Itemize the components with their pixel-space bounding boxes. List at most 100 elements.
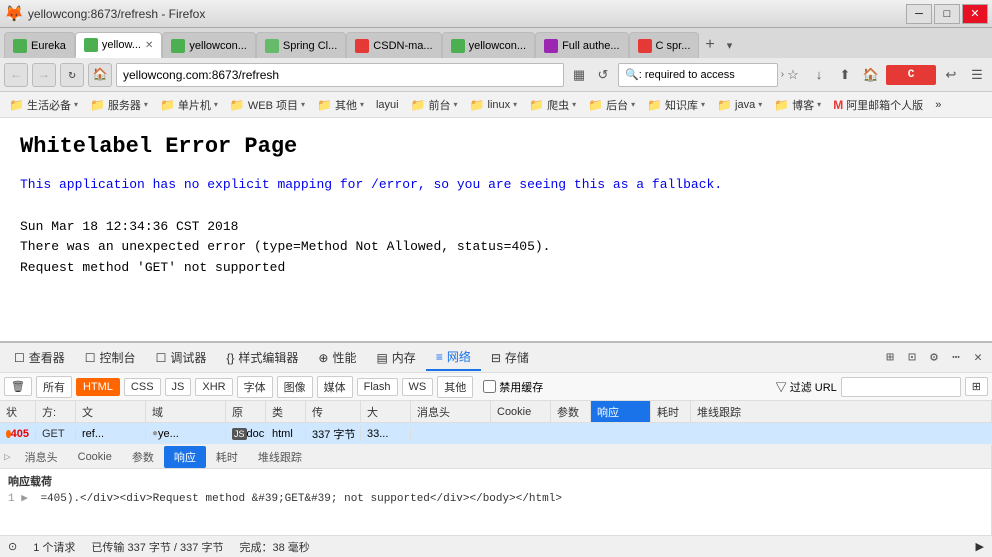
response-tab-timing[interactable]: 耗时 xyxy=(206,446,248,468)
bm-item-13[interactable]: 📁 博客 ▾ xyxy=(769,95,826,115)
tab-label-active: yellow... xyxy=(102,39,141,51)
tab-favicon-eureka xyxy=(13,39,27,53)
devtools-tab-inspector[interactable]: ☐ 查看器 xyxy=(4,345,75,370)
devtools-overflow-icon[interactable]: ⋯ xyxy=(946,348,966,368)
bm-item-7[interactable]: 📁 前台 ▾ xyxy=(406,95,463,115)
bm-item-11[interactable]: 📁 知识库 ▾ xyxy=(642,95,710,115)
bm-item-8[interactable]: 📁 linux ▾ xyxy=(465,96,523,114)
response-tab-response[interactable]: 响应 xyxy=(164,446,206,468)
tab-cspr[interactable]: C spr... xyxy=(629,32,700,58)
reload-button[interactable]: ↻ xyxy=(60,63,84,87)
new-tab-button[interactable]: + xyxy=(699,32,720,58)
tab-favicon-7 xyxy=(638,39,652,53)
bm-item-10[interactable]: 📁 后台 ▾ xyxy=(583,95,640,115)
response-tab-params[interactable]: 参数 xyxy=(122,446,164,468)
page-content: Whitelabel Error Page This application h… xyxy=(0,118,992,295)
tab-yellowcon3[interactable]: yellowcon... xyxy=(442,32,535,58)
clear-network-button[interactable]: 🗑 xyxy=(4,377,32,396)
bm-item-4[interactable]: 📁 WEB 项目 ▾ xyxy=(225,95,310,115)
bm-item-14[interactable]: M 阿里邮箱个人版 xyxy=(828,95,928,115)
filter-xhr[interactable]: XHR xyxy=(195,378,232,396)
address-bar: ← → ↻ 🏠 ▦ ↺ 🔍 › ☆ ↓ ⬆ 🏠 C ↩ ☰ xyxy=(0,58,992,92)
filter-other[interactable]: 其他 xyxy=(437,376,473,398)
tab-label-4: CSDN-ma... xyxy=(373,40,432,52)
disable-cache-checkbox[interactable] xyxy=(483,380,496,393)
filter-js[interactable]: JS xyxy=(165,378,192,396)
filter-flash[interactable]: Flash xyxy=(357,378,398,396)
maximize-button[interactable]: □ xyxy=(934,4,960,24)
network-table-row[interactable]: 405 GET ref... ● ye... JS doc... html 33… xyxy=(0,423,992,445)
devtools-complete: 完成：38 毫秒 xyxy=(239,539,309,555)
devtools-tab-perf[interactable]: ⊕ 性能 xyxy=(308,345,366,370)
bm-item-1[interactable]: 📁 生活必备 ▾ xyxy=(4,95,83,115)
devtools-tab-label-network: 网络 xyxy=(447,348,471,365)
response-line-num: 1 ▶ xyxy=(8,493,28,505)
col-size: 大 xyxy=(361,401,411,422)
filter-image[interactable]: 图像 xyxy=(277,376,313,398)
col-domain: 域 xyxy=(146,401,226,422)
devtools-tab-label-memory: 内存 xyxy=(392,349,416,366)
search-box[interactable]: 🔍 › xyxy=(618,63,778,87)
url-filter-input[interactable] xyxy=(841,377,961,397)
home-button[interactable]: 🏠 xyxy=(88,63,112,87)
download-icon[interactable]: ↓ xyxy=(808,64,830,86)
qr-icon[interactable]: ▦ xyxy=(568,64,590,86)
tab-close-active[interactable]: ✕ xyxy=(145,40,153,51)
tab-yellowcong-active[interactable]: yellow... ✕ xyxy=(75,32,163,58)
filter-font[interactable]: 字体 xyxy=(237,376,273,398)
close-button[interactable]: ✕ xyxy=(962,4,988,24)
response-tab-stack[interactable]: 堆线跟踪 xyxy=(248,446,312,468)
response-content: 响应载荷 1 ▶ =405).</div><div>Request method… xyxy=(0,469,991,509)
devtools-tab-network[interactable]: ≡ 网络 xyxy=(426,344,481,371)
response-tab-cookie[interactable]: Cookie xyxy=(68,448,122,466)
menu-icon[interactable]: ☰ xyxy=(966,64,988,86)
filter-expand-button[interactable]: ⊞ xyxy=(965,377,988,396)
tab-eureka[interactable]: Eureka xyxy=(4,32,75,58)
devtools-tab-debugger[interactable]: ☐ 调试器 xyxy=(146,345,217,370)
extension-icon[interactable]: C xyxy=(886,65,936,85)
bm-item-3[interactable]: 📁 单片机 ▾ xyxy=(155,95,223,115)
bookmark-star-icon[interactable]: ☆ xyxy=(782,64,804,86)
row-cause: JS doc... xyxy=(226,428,266,440)
bm-item-2[interactable]: 📁 服务器 ▾ xyxy=(85,95,153,115)
devtools-tabs: ☐ 查看器 ☐ 控制台 ☐ 调试器 {} 样式编辑器 ⊕ 性能 ▤ 内存 ≡ 网… xyxy=(0,343,992,373)
tab-csdn[interactable]: CSDN-ma... xyxy=(346,32,441,58)
tab-favicon-6 xyxy=(544,39,558,53)
devtools-tab-style[interactable]: {} 样式编辑器 xyxy=(216,345,308,370)
filter-media[interactable]: 媒体 xyxy=(317,376,353,398)
tab-springcl[interactable]: Spring Cl... xyxy=(256,32,346,58)
tab-list-button[interactable]: ▾ xyxy=(721,32,739,58)
devtools-settings-icon[interactable]: ⚙ xyxy=(924,348,944,368)
undo-icon[interactable]: ↩ xyxy=(940,64,962,86)
response-tab-headers[interactable]: 消息头 xyxy=(15,446,68,468)
devtools-undock-icon[interactable]: ⊡ xyxy=(902,348,922,368)
forward-button[interactable]: → xyxy=(32,63,56,87)
devtools-close-icon[interactable]: ✕ xyxy=(968,348,988,368)
bookmarks-more-icon[interactable]: » xyxy=(930,97,946,113)
devtools-tab-storage[interactable]: ⊟ 存储 xyxy=(481,345,539,370)
bm-item-6[interactable]: layui xyxy=(371,97,404,113)
filter-css[interactable]: CSS xyxy=(124,378,161,396)
bm-item-5[interactable]: 📁 其他 ▾ xyxy=(312,95,369,115)
col-headers: 消息头 xyxy=(411,401,491,422)
back-button[interactable]: ← xyxy=(4,63,28,87)
search-input[interactable] xyxy=(639,69,781,81)
filter-html[interactable]: HTML xyxy=(76,378,120,396)
tab-favicon-4 xyxy=(355,39,369,53)
response-label: 响应载荷 xyxy=(8,473,983,489)
home-addr-icon[interactable]: 🏠 xyxy=(860,64,882,86)
tab-label-eureka: Eureka xyxy=(31,40,66,52)
bm-item-12[interactable]: 📁 java ▾ xyxy=(712,96,767,114)
url-input[interactable] xyxy=(116,63,564,87)
minimize-button[interactable]: ─ xyxy=(906,4,932,24)
tab-yellowcon2[interactable]: yellowcon... xyxy=(162,32,255,58)
sync-icon[interactable]: ⬆ xyxy=(834,64,856,86)
bm-item-9[interactable]: 📁 爬虫 ▾ xyxy=(524,95,581,115)
devtools-tab-memory[interactable]: ▤ 内存 xyxy=(366,345,425,370)
devtools-tab-console[interactable]: ☐ 控制台 xyxy=(75,345,146,370)
filter-all[interactable]: 所有 xyxy=(36,376,72,398)
tab-fullauth[interactable]: Full authe... xyxy=(535,32,628,58)
filter-ws[interactable]: WS xyxy=(402,378,434,396)
refresh-icon[interactable]: ↺ xyxy=(592,64,614,86)
devtools-dock-icon[interactable]: ⊞ xyxy=(880,348,900,368)
